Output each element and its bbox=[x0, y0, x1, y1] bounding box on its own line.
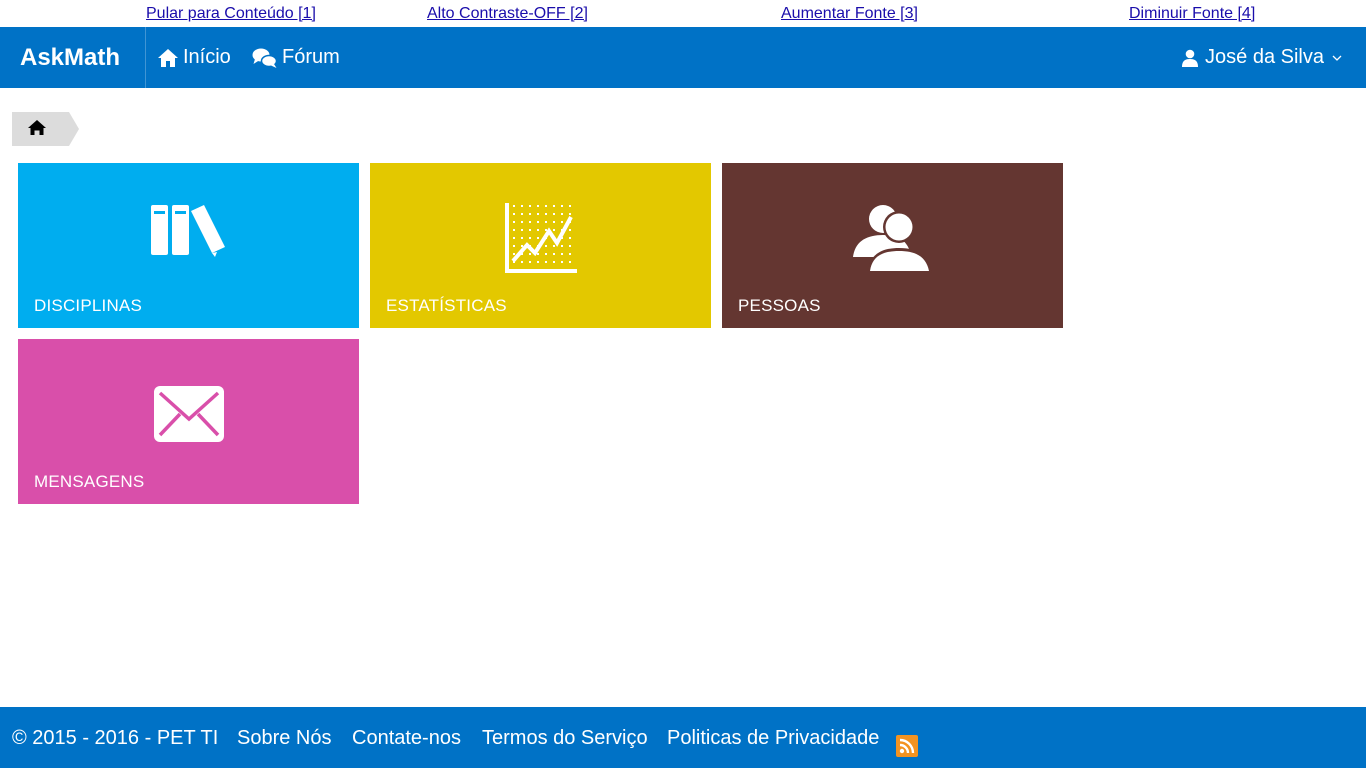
breadcrumb[interactable] bbox=[12, 112, 79, 146]
tile-mensagens[interactable]: MENSAGENS bbox=[18, 339, 359, 504]
footer-copyright: © 2015 - 2016 - PET TI bbox=[12, 727, 219, 749]
skip-to-content-link[interactable]: Pular para Conteúdo [1] bbox=[146, 4, 316, 23]
chart-icon bbox=[504, 203, 577, 273]
books-icon bbox=[150, 205, 225, 257]
rss-icon[interactable] bbox=[896, 735, 918, 757]
accessibility-bar: Pular para Conteúdo [1] Alto Contraste-O… bbox=[0, 0, 1366, 27]
user-name: José da Silva bbox=[1205, 46, 1324, 68]
chevron-down-icon bbox=[1332, 55, 1342, 61]
footer-link-terms[interactable]: Termos do Serviço bbox=[482, 727, 648, 749]
tile-label: DISCIPLINAS bbox=[34, 296, 143, 315]
tile-pessoas[interactable]: PESSOAS bbox=[722, 163, 1063, 328]
people-icon bbox=[852, 205, 932, 273]
tile-estatisticas[interactable]: ESTATÍSTICAS bbox=[370, 163, 711, 328]
tile-label: ESTATÍSTICAS bbox=[386, 296, 507, 315]
nav-item-label: Fórum bbox=[282, 46, 340, 68]
user-icon bbox=[1182, 49, 1199, 67]
user-menu[interactable]: José da Silva bbox=[1181, 27, 1342, 88]
top-navbar: AskMath Início Fórum José da Silva bbox=[0, 27, 1366, 88]
footer-link-privacy[interactable]: Politicas de Privacidade bbox=[667, 727, 879, 749]
tile-label: PESSOAS bbox=[738, 296, 821, 315]
envelope-icon bbox=[153, 386, 224, 442]
footer-link-contact[interactable]: Contate-nos bbox=[352, 727, 461, 749]
tile-label: MENSAGENS bbox=[34, 472, 145, 491]
tile-disciplinas[interactable]: DISCIPLINAS bbox=[18, 163, 359, 328]
footer-link-about[interactable]: Sobre Nós bbox=[237, 727, 332, 749]
high-contrast-link[interactable]: Alto Contraste-OFF [2] bbox=[427, 4, 588, 23]
nav-item-inicio[interactable]: Início bbox=[157, 27, 231, 88]
brand-logo[interactable]: AskMath bbox=[0, 27, 146, 88]
nav-item-label: Início bbox=[183, 46, 231, 68]
home-icon bbox=[158, 48, 178, 67]
chat-bubbles-icon bbox=[252, 48, 278, 68]
increase-font-link[interactable]: Aumentar Fonte [3] bbox=[781, 4, 918, 23]
decrease-font-link[interactable]: Diminuir Fonte [4] bbox=[1129, 4, 1255, 23]
footer: © 2015 - 2016 - PET TI Sobre Nós Contate… bbox=[0, 707, 1366, 768]
nav-item-forum[interactable]: Fórum bbox=[252, 27, 340, 88]
